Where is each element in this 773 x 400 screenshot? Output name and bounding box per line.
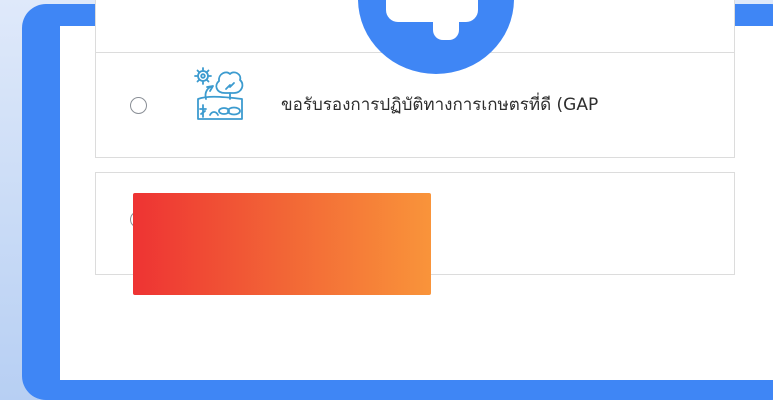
pointer-tab-stem	[433, 14, 459, 40]
option-label-gap: ขอรับรองการปฏิบัติทางการเกษตรที่ดี (GAP	[281, 95, 599, 115]
radio-other[interactable]	[130, 211, 147, 228]
farm-plants-icon	[194, 67, 244, 120]
option-row-other[interactable]: อื่นๆ	[95, 172, 735, 275]
pointer-tab	[386, 0, 478, 22]
option-label-other: อื่นๆ	[281, 211, 312, 231]
leaf-circle-icon	[213, 0, 247, 1]
grid-tiles-icon	[193, 196, 243, 246]
radio-gap-certification[interactable]	[130, 97, 147, 114]
